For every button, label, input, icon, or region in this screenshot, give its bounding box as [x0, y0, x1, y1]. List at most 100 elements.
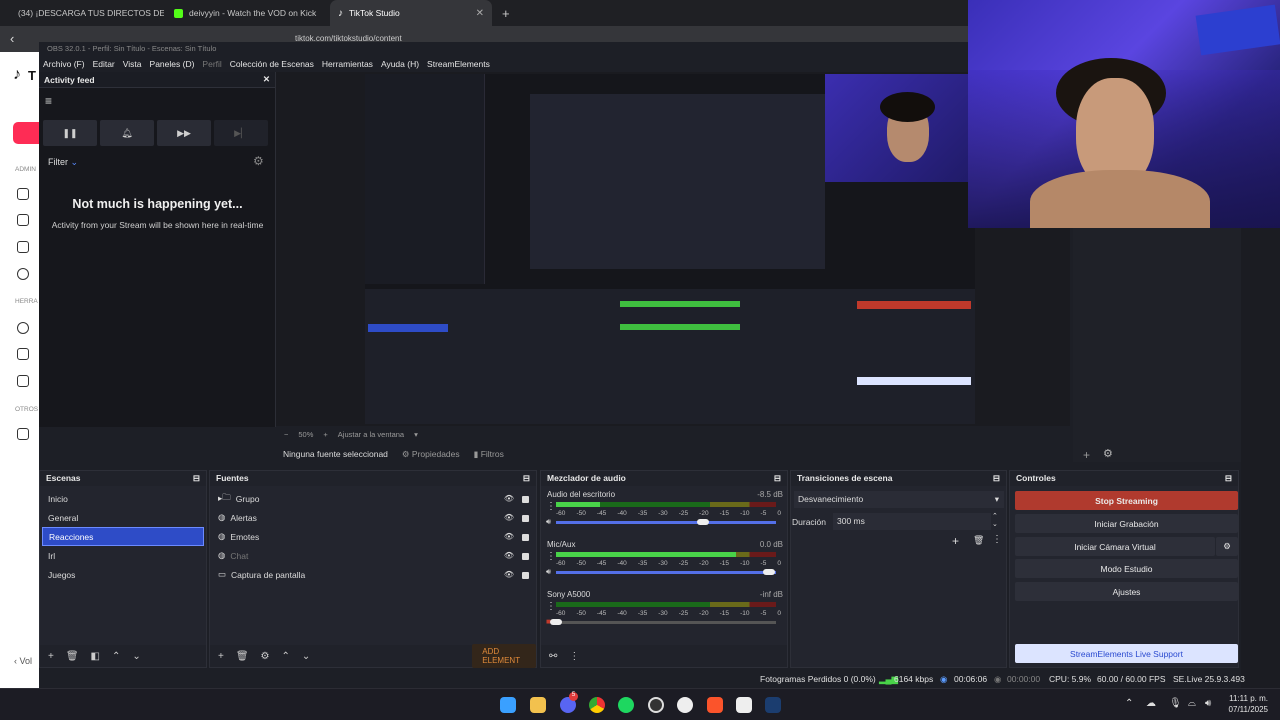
- source-item[interactable]: ▸ 🗀 Grupo 👁︎: [212, 489, 534, 508]
- scene-item[interactable]: Juegos: [42, 565, 204, 584]
- gear-icon[interactable]: ⚙: [1103, 447, 1113, 460]
- slider-knob[interactable]: [550, 619, 562, 625]
- close-icon[interactable]: ✕: [476, 8, 484, 19]
- add-icon[interactable]: +: [1083, 448, 1090, 462]
- speaker-icon[interactable]: 🔊︎: [546, 567, 551, 577]
- browser-tab-tiktok-studio[interactable]: ♪ TikTok Studio ✕: [330, 0, 492, 26]
- settings-icon[interactable]: [677, 697, 693, 713]
- settings-button[interactable]: Ajustes: [1015, 582, 1238, 601]
- add-element-button[interactable]: ADD ELEMENT: [472, 644, 536, 668]
- more-icon[interactable]: ⋮: [546, 551, 556, 562]
- slider-knob[interactable]: [763, 569, 776, 575]
- file-explorer-icon[interactable]: [530, 697, 546, 713]
- filters-button[interactable]: ▮ Filtros: [474, 449, 504, 460]
- menu-editar[interactable]: Editar: [89, 59, 119, 69]
- gear-icon[interactable]: ⚙: [253, 154, 264, 168]
- filter-dropdown[interactable]: Filter ⌄: [48, 157, 78, 168]
- volume-slider[interactable]: [550, 619, 776, 625]
- skip-end-button[interactable]: ▶▏: [214, 120, 268, 146]
- menu-streamelements[interactable]: StreamElements: [423, 59, 494, 69]
- panel-menu-icon[interactable]: ⊟: [1225, 473, 1232, 484]
- tools-icon[interactable]: [17, 375, 29, 387]
- volume-icon[interactable]: 🔊︎: [1205, 698, 1211, 709]
- close-icon[interactable]: ✕: [263, 74, 270, 85]
- bulb-icon[interactable]: [17, 322, 29, 334]
- stop-streaming-button[interactable]: Stop Streaming: [1015, 491, 1238, 510]
- obs-icon[interactable]: [648, 697, 664, 713]
- panel-menu-icon[interactable]: ⊟: [523, 473, 530, 484]
- capcut-icon[interactable]: [736, 697, 752, 713]
- panel-menu-icon[interactable]: ⊟: [993, 473, 1000, 484]
- clock[interactable]: 11:11 p. m. 07/11/2025: [1229, 693, 1268, 715]
- scene-item[interactable]: General: [42, 508, 204, 527]
- gear-icon[interactable]: ⚙: [261, 651, 270, 662]
- network-icon[interactable]: ⌓: [1188, 698, 1196, 709]
- scene-item[interactable]: Irl: [42, 546, 204, 565]
- add-icon[interactable]: +: [48, 651, 54, 662]
- source-item[interactable]: ◍ Chat 👁︎: [212, 546, 534, 565]
- upload-button[interactable]: [13, 122, 40, 144]
- analytics-icon[interactable]: [17, 241, 29, 253]
- chevron-up-icon[interactable]: ⌃: [282, 651, 290, 662]
- transition-select[interactable]: Desvanecimiento ▾: [794, 491, 1004, 508]
- spotify-icon[interactable]: [618, 697, 634, 713]
- chevron-down-icon[interactable]: ⌄: [302, 651, 310, 662]
- properties-button[interactable]: ⚙ Propiedades: [402, 449, 460, 460]
- chevron-down-icon[interactable]: ▾: [414, 430, 418, 439]
- zoom-in-icon[interactable]: +: [323, 430, 327, 439]
- lock-icon[interactable]: [522, 534, 529, 541]
- eye-icon[interactable]: 👁︎: [504, 494, 514, 503]
- skip-button[interactable]: ▶▶: [157, 120, 211, 146]
- duration-input[interactable]: 300 ms: [833, 513, 991, 530]
- start-recording-button[interactable]: Iniciar Grabación: [1015, 514, 1238, 533]
- brave-icon[interactable]: [707, 697, 723, 713]
- lock-icon[interactable]: [522, 496, 529, 503]
- pause-button[interactable]: ❚❚: [43, 120, 97, 146]
- panel-menu-icon[interactable]: ⊟: [193, 473, 200, 484]
- more-icon[interactable]: ⋮: [546, 501, 556, 512]
- speaker-icon[interactable]: 🔊︎: [546, 517, 551, 527]
- lock-icon[interactable]: [522, 572, 529, 579]
- more-icon[interactable]: ⋮: [992, 534, 1002, 545]
- menu-ayuda[interactable]: Ayuda (H): [377, 59, 423, 69]
- browser-tab-kick[interactable]: deivyyin - Watch the VOD on Kick: [166, 0, 326, 26]
- eye-icon[interactable]: 👁︎: [504, 532, 514, 541]
- more-icon[interactable]: ⋮: [569, 651, 579, 662]
- stream-preview[interactable]: [365, 74, 975, 424]
- studio-mode-button[interactable]: Modo Estudio: [1015, 559, 1238, 578]
- cloud-icon[interactable]: ☁: [1146, 698, 1156, 709]
- chrome-icon[interactable]: [589, 697, 605, 713]
- content-icon[interactable]: [17, 214, 29, 226]
- virtual-camera-button[interactable]: Iniciar Cámara Virtual: [1015, 537, 1215, 556]
- add-icon[interactable]: +: [218, 651, 224, 662]
- volume-slider[interactable]: [556, 519, 776, 525]
- panel-menu-icon[interactable]: ⊟: [774, 473, 781, 484]
- source-item[interactable]: ▭ Captura de pantalla 👁︎: [212, 565, 534, 584]
- slider-knob[interactable]: [697, 519, 710, 525]
- link-icon[interactable]: ⚯: [549, 651, 557, 662]
- scene-item[interactable]: Reacciones: [42, 527, 204, 546]
- steam-icon[interactable]: [765, 697, 781, 713]
- browser-tab-youtube[interactable]: (34) ¡DESCARGA TUS DIRECTOS DE K: [4, 0, 164, 26]
- menu-archivo[interactable]: Archivo (F): [39, 59, 89, 69]
- eye-icon[interactable]: 👁︎: [504, 570, 514, 579]
- lock-icon[interactable]: [522, 515, 529, 522]
- virtual-camera-settings[interactable]: ⚙: [1216, 537, 1238, 556]
- live-support-button[interactable]: StreamElements Live Support: [1015, 644, 1238, 663]
- chevron-down-icon[interactable]: ⌄: [132, 651, 140, 662]
- home-icon[interactable]: [17, 188, 29, 200]
- new-tab-button[interactable]: +: [494, 0, 514, 26]
- back-arrow-icon[interactable]: ‹: [10, 31, 14, 46]
- mail-icon[interactable]: [17, 428, 29, 440]
- hamburger-icon[interactable]: ≡: [45, 94, 52, 108]
- microphone-icon[interactable]: 🎙︎: [1169, 698, 1182, 709]
- document-icon[interactable]: [17, 348, 29, 360]
- more-icon[interactable]: ⋮: [546, 601, 556, 612]
- volume-slider[interactable]: [556, 569, 776, 575]
- menu-coleccion[interactable]: Colección de Escenas: [226, 59, 318, 69]
- start-icon[interactable]: [500, 697, 516, 713]
- stepper-arrows[interactable]: ⌃ ⌄: [992, 512, 998, 528]
- back-link[interactable]: ‹ Vol: [14, 656, 32, 666]
- trash-icon[interactable]: 🗑︎: [66, 651, 79, 662]
- trash-icon[interactable]: 🗑︎: [973, 535, 984, 546]
